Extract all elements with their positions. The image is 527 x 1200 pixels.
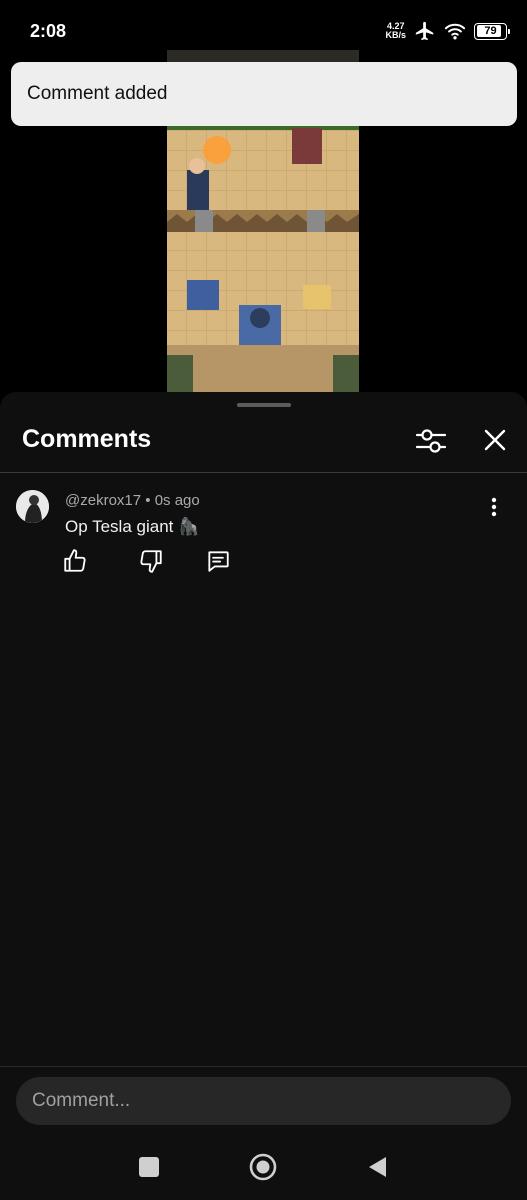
toast: Comment added: [11, 62, 517, 126]
filter-button[interactable]: [414, 424, 448, 458]
avatar-image: [16, 490, 49, 523]
sheet-title: Comments: [22, 425, 152, 453]
comment-item: @zekrox17 • 0s ago Op Tesla giant 🦍: [0, 482, 527, 592]
battery-icon: 79: [474, 22, 510, 40]
more-options-button[interactable]: [484, 494, 504, 520]
avatar[interactable]: [16, 490, 49, 523]
reply-button[interactable]: [205, 548, 231, 574]
comment-author[interactable]: @zekrox17: [65, 492, 141, 509]
reply-icon: [208, 551, 229, 572]
wifi-icon: [444, 23, 466, 40]
sliders-icon: [415, 429, 447, 453]
net-speed: 4.27 KB/s: [385, 22, 406, 40]
more-vert-icon: [491, 497, 497, 517]
like-button[interactable]: [62, 548, 88, 574]
header-divider: [0, 472, 527, 473]
back-triangle-icon: [369, 1157, 386, 1177]
comment-meta: @zekrox17 • 0s ago: [65, 492, 200, 509]
home-circle-icon: [249, 1153, 277, 1181]
drag-handle[interactable]: [237, 403, 291, 407]
comment-time: 0s ago: [154, 492, 200, 509]
thumbs-up-icon: [64, 549, 86, 572]
recents-button[interactable]: [134, 1152, 164, 1182]
back-button[interactable]: [362, 1152, 392, 1182]
comment-text: Op Tesla giant 🦍: [65, 517, 200, 536]
home-button[interactable]: [248, 1152, 278, 1182]
meta-separator: •: [145, 492, 151, 509]
dislike-button[interactable]: [138, 548, 164, 574]
comment-composer[interactable]: [16, 1077, 511, 1125]
airplane-icon: [415, 21, 434, 41]
net-speed-unit: KB/s: [385, 30, 406, 40]
status-time: 2:08: [30, 21, 67, 41]
close-button[interactable]: [480, 425, 510, 455]
recents-square-icon: [139, 1157, 159, 1177]
close-icon: [484, 429, 506, 451]
toast-text: Comment added: [27, 83, 168, 104]
battery-level: 79: [484, 25, 497, 37]
comment-input[interactable]: [16, 1077, 511, 1125]
thumbs-down-icon: [140, 550, 162, 573]
composer-divider: [0, 1066, 527, 1067]
battery-tip: [508, 28, 510, 34]
status-icons: 4.27 KB/s 79: [385, 20, 510, 42]
